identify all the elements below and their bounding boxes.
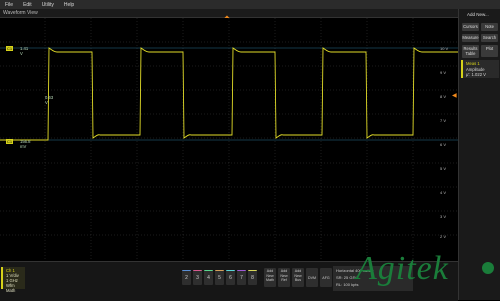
y-tick: 9 V [440, 70, 447, 75]
y-tick: 4 V [440, 190, 447, 195]
results-table-button[interactable]: Results Table [462, 45, 479, 58]
menu-help[interactable]: Help [59, 2, 79, 8]
y-tick: 10 V [440, 46, 449, 51]
channel-4-button[interactable]: 4 [204, 270, 213, 285]
add-new-ref-button[interactable]: Add New Ref [278, 268, 290, 287]
ch1-low-level-marker[interactable]: C1 156.8 mV [6, 139, 30, 149]
menu-file[interactable]: File [0, 2, 18, 8]
y-tick: 5 V [440, 166, 447, 171]
ch1-badge[interactable]: Ch 1 1 V/div 1 GHz Wfm Math [1, 267, 25, 293]
search-button[interactable]: Search [481, 34, 498, 42]
ch1-label: Wfm Math [6, 283, 16, 293]
measure-button[interactable]: Measure [462, 34, 479, 42]
waveform-graticule[interactable] [0, 18, 458, 260]
y-tick: 7 V [440, 118, 447, 123]
channel-2-button[interactable]: 2 [182, 270, 191, 285]
menu-edit[interactable]: Edit [18, 2, 37, 8]
level-mid-label: 0.63 V [45, 95, 54, 105]
afg-button[interactable]: AFG [320, 268, 332, 287]
add-new-bus-button[interactable]: Add New Bus [292, 268, 304, 287]
plot-button[interactable]: Plot [481, 45, 498, 57]
level-bottom-label: 156.8 mV [20, 139, 31, 149]
menu-bar: File Edit Utility Help [0, 0, 500, 9]
add-new-label: Add New... [467, 12, 489, 17]
y-tick: 3 V [440, 214, 447, 219]
agitek-logo: Agitek [356, 250, 449, 287]
ch1-high-level-marker[interactable]: C1 1.41 V [6, 46, 28, 56]
level-top-label: 1.41 V [20, 46, 29, 56]
window-title: Waveform View [3, 10, 38, 16]
y-tick: 8 V [440, 94, 447, 99]
y-tick: 6 V [440, 142, 447, 147]
cursors-button[interactable]: Cursors [462, 23, 479, 31]
measurement-badge[interactable]: Meas 1 Amplitude μ': 1.022 V [461, 60, 499, 78]
channel-6-button[interactable]: 6 [226, 270, 235, 285]
channel-3-button[interactable]: 3 [193, 270, 202, 285]
y-tick: 2 V [440, 234, 447, 239]
channel-8-button[interactable]: 8 [248, 270, 257, 285]
note-button[interactable]: Note [481, 23, 498, 31]
measurement-title: Meas 1 [466, 61, 480, 66]
acquisition-line-2: SR: 25 GS/s [336, 275, 359, 280]
logo-mark-icon [482, 262, 494, 274]
add-new-math-button[interactable]: Add New Math [264, 268, 276, 287]
dvm-button[interactable]: DVM [306, 268, 318, 287]
menu-utility[interactable]: Utility [37, 2, 59, 8]
channel-5-button[interactable]: 5 [215, 270, 224, 285]
channel-7-button[interactable]: 7 [237, 270, 246, 285]
trigger-level-icon[interactable]: ◀ [452, 92, 457, 99]
measurement-value: μ': 1.022 V [466, 72, 486, 77]
results-side-panel: Add New... Cursors Note Measure Search R… [458, 9, 500, 300]
